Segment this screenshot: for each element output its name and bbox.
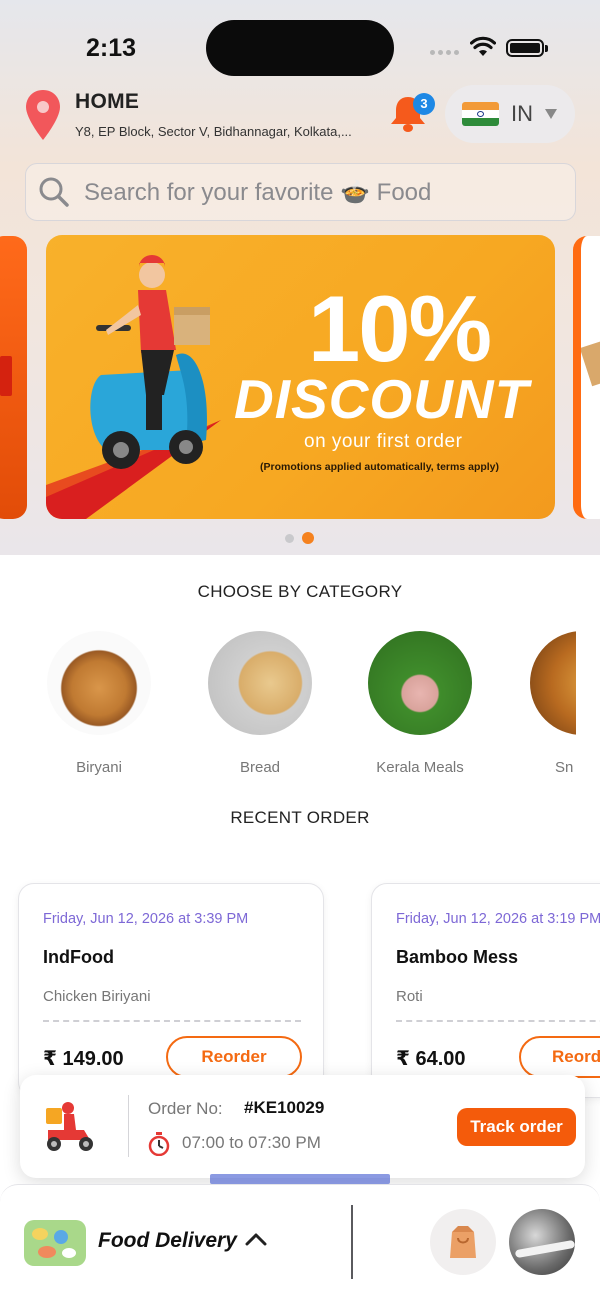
category-item-kerala-meals[interactable]: Kerala Meals bbox=[360, 631, 480, 776]
snacks-image bbox=[530, 631, 576, 735]
category-item-biryani[interactable]: Biryani bbox=[39, 631, 159, 776]
category-label: Biryani bbox=[76, 759, 122, 776]
order-date: Friday, Jun 12, 2026 at 3:19 PM bbox=[396, 911, 600, 927]
category-label: Kerala Meals bbox=[376, 759, 464, 776]
category-label: Sn bbox=[555, 759, 574, 776]
search-bar[interactable]: Search for your favorite 🍲 Food bbox=[25, 163, 576, 221]
biryani-image bbox=[47, 631, 151, 735]
order-number-label: Order No: bbox=[148, 1099, 223, 1118]
restaurant-name: IndFood bbox=[43, 947, 114, 967]
search-icon bbox=[39, 177, 69, 207]
chevron-up-icon[interactable] bbox=[244, 1231, 268, 1247]
bread-image bbox=[208, 631, 312, 735]
ordered-item: Chicken Biriyani bbox=[43, 988, 151, 1005]
delivery-scooter-icon bbox=[46, 1102, 93, 1151]
order-number: #KE10029 bbox=[244, 1098, 325, 1117]
order-date: Friday, Jun 12, 2026 at 3:39 PM bbox=[43, 911, 249, 927]
reorder-button[interactable]: Reord bbox=[519, 1036, 600, 1078]
stopwatch-icon bbox=[148, 1132, 170, 1156]
shopping-bag-icon bbox=[450, 1226, 476, 1258]
india-flag-icon bbox=[462, 102, 499, 126]
shopping-bag-button[interactable] bbox=[430, 1209, 496, 1275]
banner-title: DISCOUNT bbox=[234, 368, 530, 430]
divider bbox=[43, 1020, 301, 1022]
promo-banner[interactable]: 10% DISCOUNT on your first order (Promot… bbox=[46, 235, 555, 519]
reorder-button[interactable]: Reorder bbox=[166, 1036, 302, 1078]
food-delivery-icon bbox=[24, 1220, 86, 1266]
banner-terms-note: (Promotions applied automatically, terms… bbox=[260, 461, 500, 473]
bottom-bar: Food Delivery bbox=[0, 1184, 600, 1299]
wifi-icon bbox=[470, 36, 496, 56]
location-pin-icon[interactable] bbox=[24, 88, 62, 142]
recent-order-card[interactable]: Friday, Jun 12, 2026 at 3:19 PM Bamboo M… bbox=[371, 883, 600, 1098]
delivery-mode-label[interactable]: Food Delivery bbox=[98, 1229, 237, 1253]
cellular-signal-icon bbox=[430, 50, 459, 55]
order-price: ₹ 149.00 bbox=[43, 1048, 124, 1070]
profile-avatar[interactable] bbox=[509, 1209, 575, 1275]
track-order-button[interactable]: Track order bbox=[457, 1108, 576, 1146]
country-code: IN bbox=[511, 101, 533, 126]
recent-order-card[interactable]: Friday, Jun 12, 2026 at 3:39 PM IndFood … bbox=[18, 883, 324, 1098]
order-price: ₹ 64.00 bbox=[396, 1048, 466, 1070]
recent-order-section-title: RECENT ORDER bbox=[230, 808, 370, 827]
category-item-snacks[interactable]: Sn bbox=[520, 631, 576, 776]
dynamic-island bbox=[206, 20, 394, 76]
notification-count-badge: 3 bbox=[413, 93, 435, 115]
country-selector[interactable]: IN bbox=[445, 85, 575, 143]
active-order-tracker[interactable]: Order No: #KE10029 07:00 to 07:30 PM Tra… bbox=[20, 1075, 585, 1178]
category-label: Bread bbox=[239, 759, 281, 776]
status-time: 2:13 bbox=[86, 34, 137, 62]
location-title[interactable]: HOME bbox=[75, 90, 139, 114]
divider bbox=[396, 1020, 600, 1022]
carousel-card-next[interactable] bbox=[573, 236, 600, 519]
hidden-content-peek bbox=[210, 1174, 390, 1184]
banner-subtitle: on your first order bbox=[304, 431, 463, 452]
chevron-down-icon bbox=[545, 109, 557, 119]
search-placeholder: Search for your favorite 🍲 Food bbox=[84, 178, 432, 206]
location-address[interactable]: Y8, EP Block, Sector V, Bidhannagar, Kol… bbox=[75, 124, 380, 139]
kerala-meals-image bbox=[368, 631, 472, 735]
carousel-dot[interactable] bbox=[285, 533, 294, 543]
divider bbox=[351, 1205, 353, 1279]
category-section-title: CHOOSE BY CATEGORY bbox=[197, 582, 403, 601]
ordered-item: Roti bbox=[396, 988, 423, 1005]
category-item-bread[interactable]: Bread bbox=[200, 631, 320, 776]
carousel-pagination bbox=[285, 532, 314, 544]
carousel-dot-active[interactable] bbox=[302, 532, 314, 544]
battery-icon bbox=[506, 39, 548, 57]
delivery-time-window: 07:00 to 07:30 PM bbox=[182, 1133, 321, 1152]
divider bbox=[128, 1095, 129, 1157]
restaurant-name: Bamboo Mess bbox=[396, 947, 519, 967]
carousel-card-previous[interactable] bbox=[0, 236, 27, 519]
